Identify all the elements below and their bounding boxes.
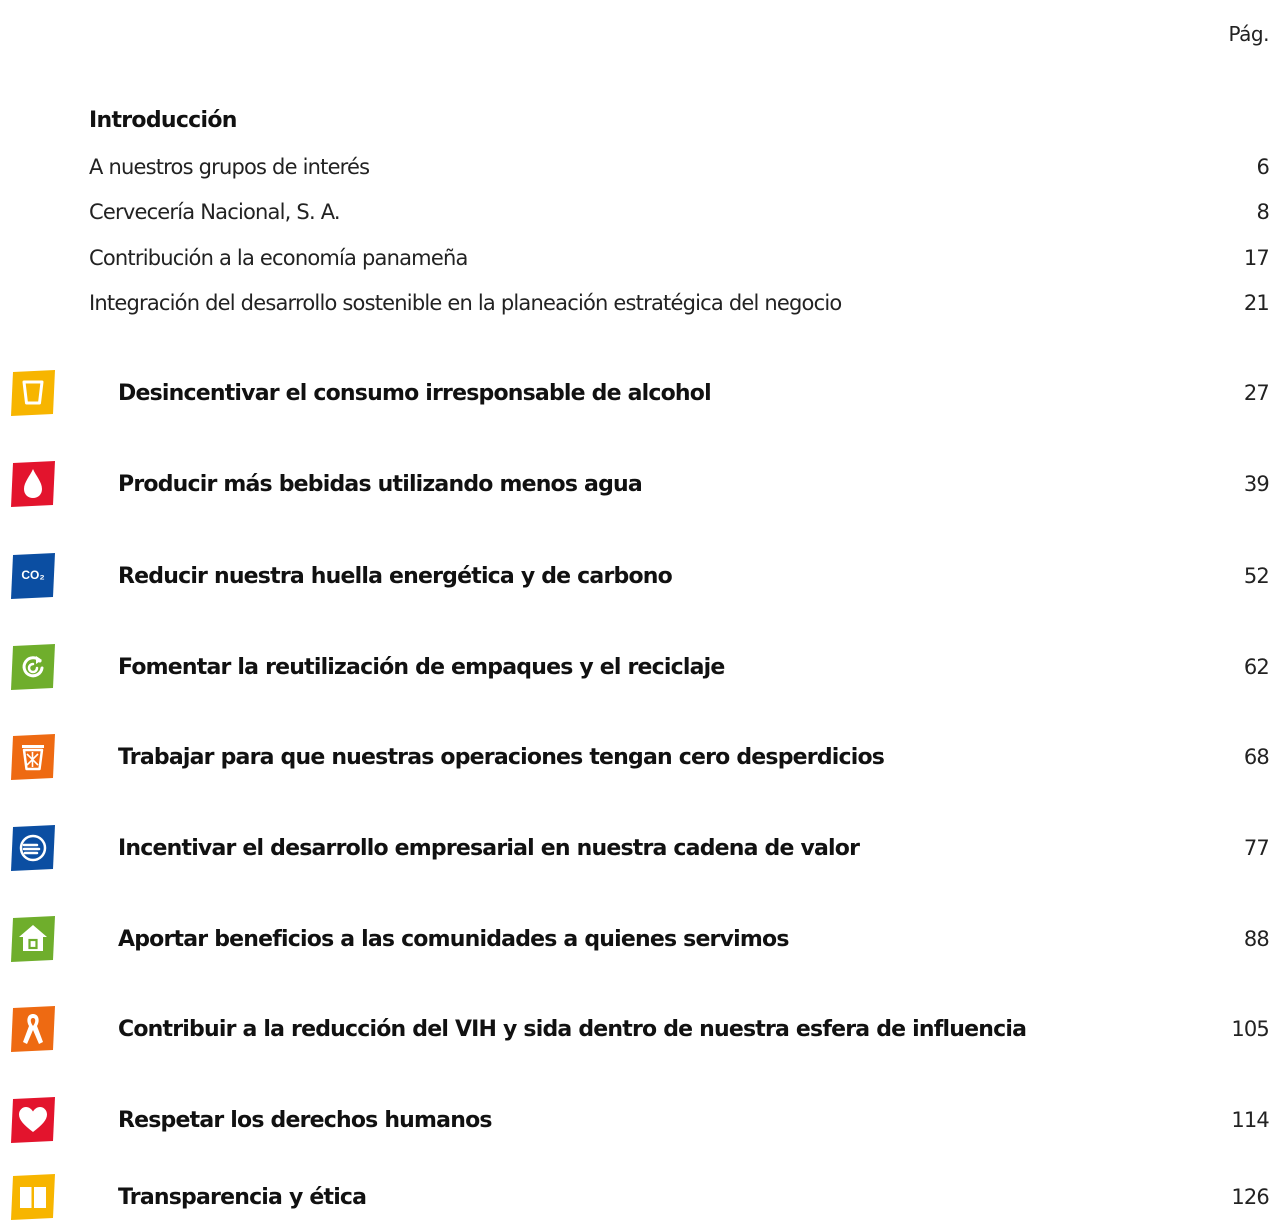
toc-section-label: Trabajar para que nuestras operaciones t… xyxy=(118,744,885,770)
toc-section[interactable]: Fomentar la reutilización de empaques y … xyxy=(10,642,1270,692)
toc-section[interactable]: Respetar los derechos humanos 114 xyxy=(10,1095,1270,1145)
handshake-icon xyxy=(11,825,55,871)
toc-entry[interactable]: Cervecería Nacional, S. A. 8 xyxy=(89,195,1270,229)
ribbon-icon xyxy=(11,1006,55,1052)
toc-section-page: 52 xyxy=(1243,564,1270,588)
toc-section-page: 62 xyxy=(1243,655,1270,679)
toc-section-label: Producir más bebidas utilizando menos ag… xyxy=(118,471,643,497)
toc-entry[interactable]: A nuestros grupos de interés 6 xyxy=(89,150,1270,184)
toc-section-page: 68 xyxy=(1243,745,1270,769)
toc-section-page: 77 xyxy=(1243,836,1270,860)
intro-heading: Introducción xyxy=(89,108,237,133)
toc-entry-page: 8 xyxy=(1256,200,1269,224)
book-icon xyxy=(11,1174,55,1220)
co2-icon: CO₂ xyxy=(11,553,55,599)
toc-section[interactable]: Transparencia y ética 126 xyxy=(10,1172,1270,1222)
toc-entry-label: Integración del desarrollo sostenible en… xyxy=(89,291,842,315)
toc-section-label: Aportar beneficios a las comunidades a q… xyxy=(118,926,789,952)
toc-entry[interactable]: Contribución a la economía panameña 17 xyxy=(89,241,1270,275)
co2-label: CO₂ xyxy=(21,568,44,582)
page-header-label: Pág. xyxy=(1228,22,1270,46)
toc-section[interactable]: Contribuir a la reducción del VIH y sida… xyxy=(10,1004,1270,1054)
toc-section-label: Incentivar el desarrollo empresarial en … xyxy=(118,835,860,861)
water-drop-icon xyxy=(11,461,55,507)
glass-icon xyxy=(11,370,55,416)
heart-icon xyxy=(11,1097,55,1143)
toc-entry-page: 17 xyxy=(1243,246,1270,270)
toc-section[interactable]: Aportar beneficios a las comunidades a q… xyxy=(10,914,1270,964)
toc-entry[interactable]: Integración del desarrollo sostenible en… xyxy=(89,286,1270,320)
recycle-icon xyxy=(11,644,55,690)
toc-entry-label: Cervecería Nacional, S. A. xyxy=(89,200,341,224)
toc-entry-label: A nuestros grupos de interés xyxy=(89,155,370,179)
house-icon xyxy=(11,916,55,962)
toc-section-page: 88 xyxy=(1243,927,1270,951)
toc-section[interactable]: Producir más bebidas utilizando menos ag… xyxy=(10,459,1270,509)
toc-entry-page: 21 xyxy=(1243,291,1270,315)
toc-section[interactable]: Desincentivar el consumo irresponsable d… xyxy=(10,368,1270,418)
toc-section[interactable]: CO₂ Reducir nuestra huella energética y … xyxy=(10,551,1270,601)
waste-bin-icon xyxy=(11,734,55,780)
toc-section-label: Fomentar la reutilización de empaques y … xyxy=(118,654,725,680)
toc-section-label: Desincentivar el consumo irresponsable d… xyxy=(118,380,712,406)
toc-section-page: 114 xyxy=(1231,1108,1269,1132)
toc-entry-label: Contribución a la economía panameña xyxy=(89,246,468,270)
toc-section-page: 39 xyxy=(1243,472,1270,496)
toc-section-label: Contribuir a la reducción del VIH y sida… xyxy=(118,1016,1027,1042)
toc-section-page: 105 xyxy=(1231,1017,1269,1041)
toc-section[interactable]: Trabajar para que nuestras operaciones t… xyxy=(10,732,1270,782)
toc-entry-page: 6 xyxy=(1256,155,1269,179)
toc-section-label: Respetar los derechos humanos xyxy=(118,1107,492,1133)
toc-section-page: 126 xyxy=(1231,1185,1269,1209)
toc-section-label: Reducir nuestra huella energética y de c… xyxy=(118,563,673,589)
toc-section-label: Transparencia y ética xyxy=(118,1184,367,1210)
toc-section[interactable]: Incentivar el desarrollo empresarial en … xyxy=(10,823,1270,873)
toc-section-page: 27 xyxy=(1243,381,1270,405)
